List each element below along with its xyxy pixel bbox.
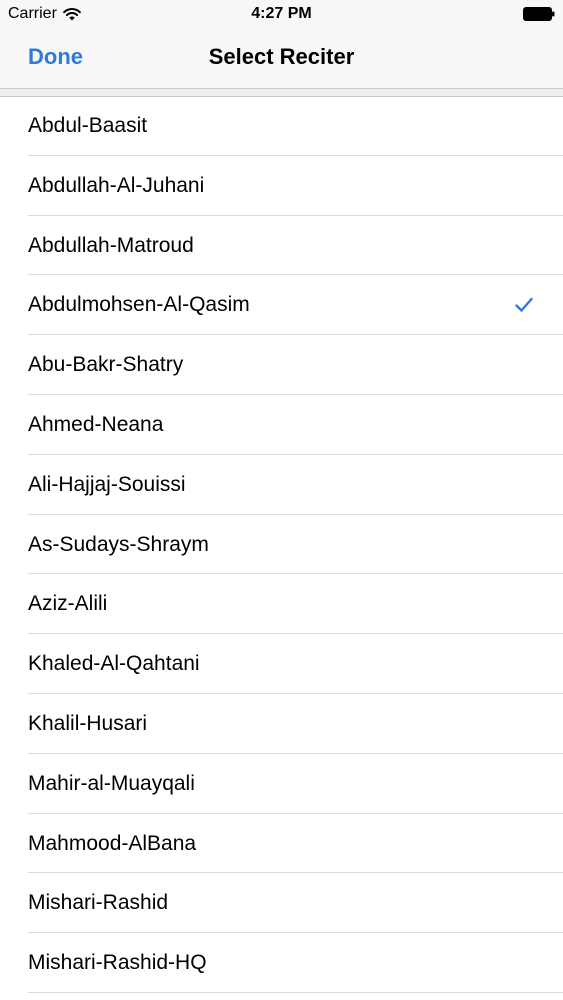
reciter-label: Mahir-al-Muayqali [28, 771, 195, 795]
reciter-row[interactable]: Abu-Bakr-Shatry [0, 335, 563, 395]
reciter-label: Abdul-Baasit [28, 114, 148, 137]
reciter-row[interactable]: Abdullah-Matroud [0, 216, 563, 276]
reciter-label: Khalil-Husari [28, 711, 148, 735]
screen: Carrier 4:27 PM Done Select Reciter Abdu… [0, 0, 563, 1000]
reciter-label: As-Sudays-Shraym [28, 532, 209, 556]
reciter-label: Mahmood-AlBana [28, 831, 197, 855]
reciter-label: Abdullah-Matroud [28, 233, 194, 257]
status-bar: Carrier 4:27 PM [0, 0, 563, 30]
reciter-row[interactable]: Ahmed-Neana [0, 395, 563, 455]
reciter-label: Ahmed-Neana [28, 412, 164, 436]
reciter-row[interactable]: Ali-Hajjaj-Souissi [0, 455, 563, 515]
reciter-row[interactable]: Mishari-Rashid-HQ [0, 933, 563, 993]
top-bar: Carrier 4:27 PM Done Select Reciter [0, 0, 563, 89]
reciter-row[interactable]: Mahmood-AlBana [0, 814, 563, 874]
reciter-label: Ali-Hajjaj-Souissi [28, 472, 186, 496]
reciter-row[interactable]: As-Sudays-Shraym [0, 515, 563, 575]
status-time: 4:27 PM [251, 5, 312, 22]
checkmark-icon [515, 298, 533, 313]
reciter-label: Abdullah-Al-Juhani [28, 173, 205, 197]
reciter-list: Abdul-Baasit Abdullah-Al-Juhani Abdullah-M… [0, 96, 563, 993]
reciter-row[interactable]: Mahir-al-Muayqali [0, 754, 563, 814]
page-title: Select Reciter [208, 44, 355, 69]
reciter-label: Abdulmohsen-Al-Qasim [28, 293, 250, 317]
reciter-row[interactable]: Abdul-Baasit [0, 96, 563, 156]
navigation-bar: Done Select Reciter [0, 30, 563, 88]
reciter-label: Khaled-Al-Qahtani [28, 652, 200, 676]
reciter-row[interactable]: Abdullah-Al-Juhani [0, 156, 563, 216]
reciter-label: Aziz-Alili [28, 592, 108, 616]
reciter-row[interactable]: Khalil-Husari [0, 694, 563, 754]
reciter-row[interactable]: Abdulmohsen-Al-Qasim [0, 275, 563, 335]
reciter-label: Mishari-Rashid-HQ [28, 951, 207, 975]
reciter-row[interactable]: Mishari-Rashid [0, 873, 563, 933]
reciter-row[interactable]: Khaled-Al-Qahtani [0, 634, 563, 694]
reciter-row[interactable]: Aziz-Alili [0, 574, 563, 634]
reciter-label: Abu-Bakr-Shatry [28, 353, 184, 377]
battery-icon [523, 7, 555, 21]
reciter-label: Mishari-Rashid [28, 891, 169, 915]
